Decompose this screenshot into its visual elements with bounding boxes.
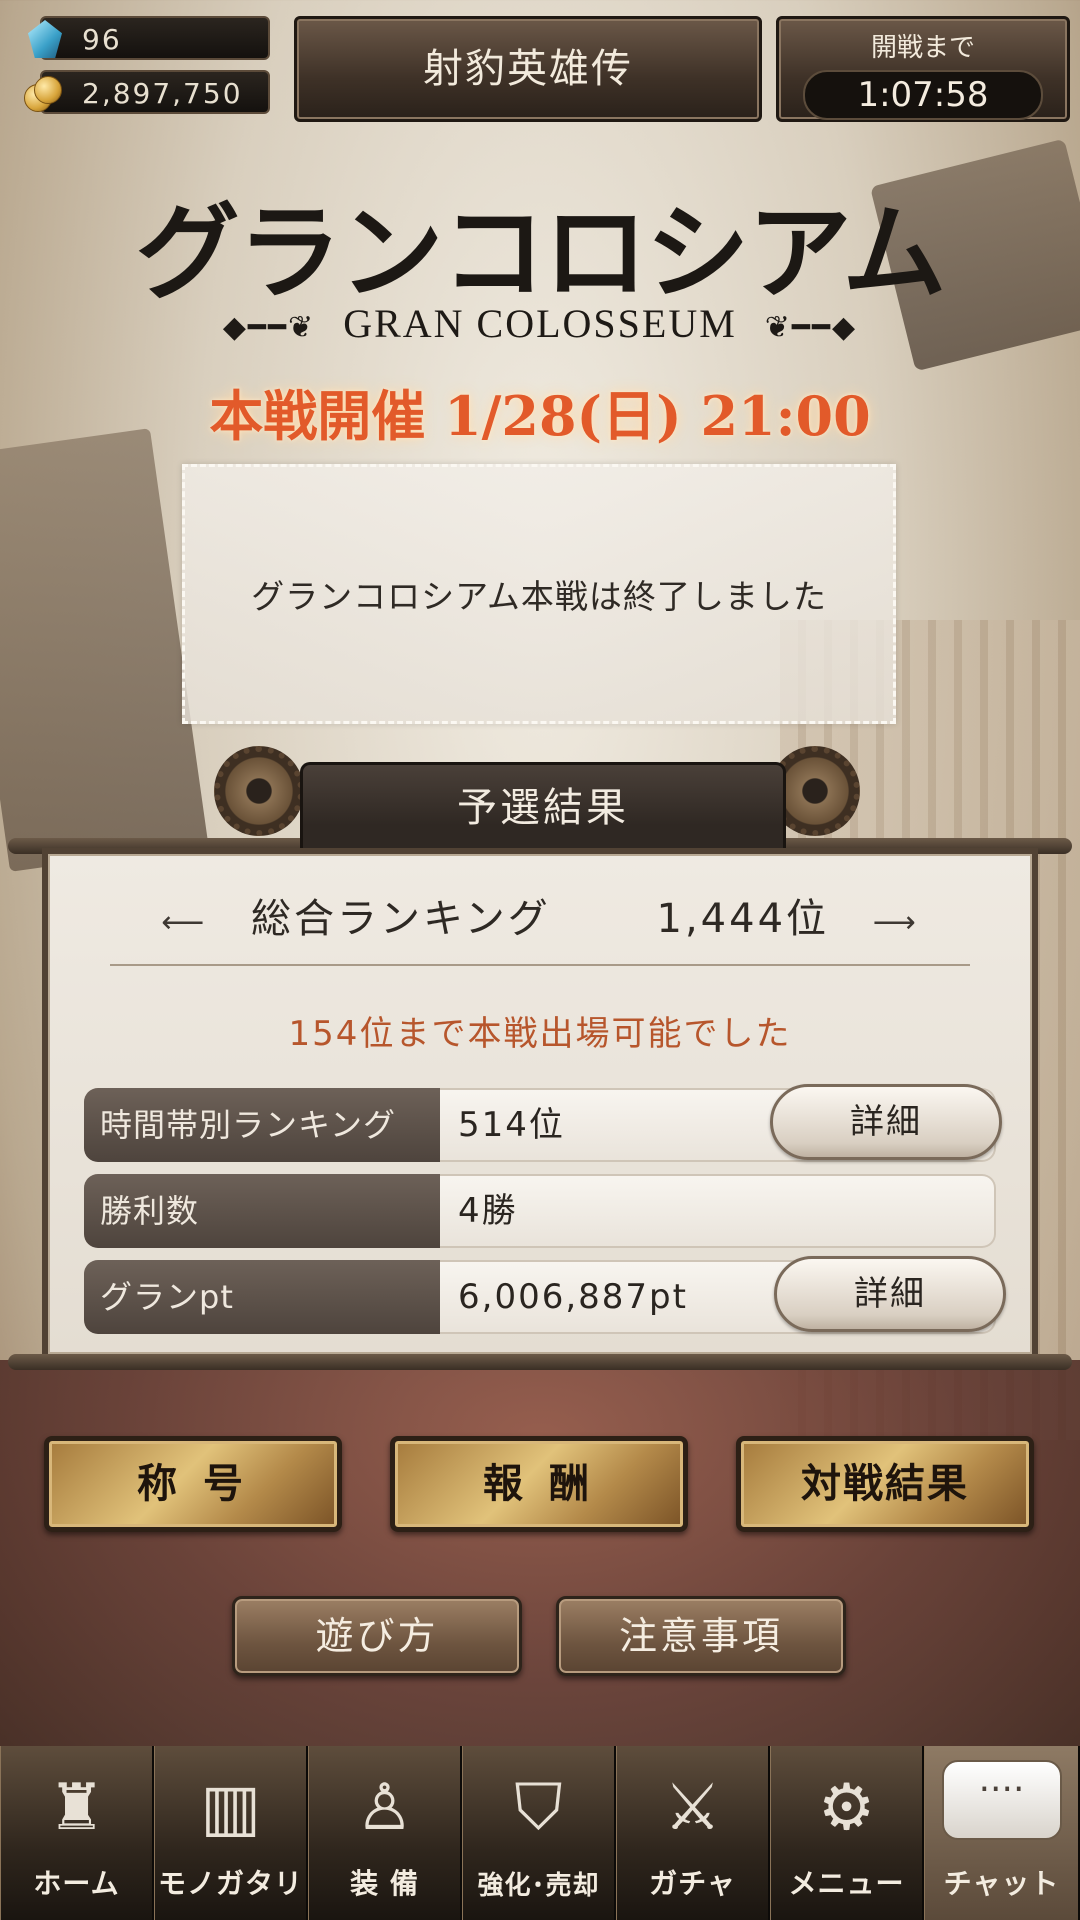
swords-icon: ⚔ — [663, 1771, 722, 1845]
nav-gacha[interactable]: ⚔ ガチャ — [616, 1746, 770, 1920]
stat-value: 514位 — [458, 1105, 565, 1145]
gem-count: 96 — [82, 23, 122, 56]
event-logo-english: GRAN COLOSSEUM — [343, 301, 737, 346]
notice-panel: グランコロシアム本戦は終了しました — [182, 464, 896, 724]
bottom-navigation: ♜ ホーム ▥ モノガタリ ♙ 装 備 ⛉ 強化･売却 ⚔ ガチャ ⚙ メニュー… — [0, 1746, 1080, 1920]
battle-countdown: 開戦まで 1:07:58 — [776, 16, 1070, 122]
gear-icon: ⚙ — [817, 1771, 876, 1845]
gear-ornament-left-icon — [214, 746, 304, 836]
qualifier-results-panel: ⟵ 総合ランキング 1,444位 ⟶ 154位まで本戦出場可能でした 時間帯別ラ… — [42, 848, 1038, 1360]
title-button[interactable]: 称 号 — [44, 1436, 342, 1532]
player-name-plate[interactable]: 射豹英雄传 — [294, 16, 762, 122]
home-castle-icon: ♜ — [47, 1771, 106, 1845]
battle-result-button[interactable]: 対戦結果 — [736, 1436, 1034, 1532]
nav-label: モノガタリ — [157, 1867, 303, 1900]
event-logo-english-row: ◆━━❦ GRAN COLOSSEUM ❦━━◆ — [0, 300, 1080, 347]
event-logo-japanese: グランコロシアム — [135, 191, 947, 314]
countdown-label: 開戦まで — [870, 33, 975, 63]
book-icon: ▥ — [200, 1771, 261, 1845]
nav-label: チャット — [943, 1867, 1060, 1900]
nav-equipment[interactable]: ♙ 装 備 — [308, 1746, 462, 1920]
main-battle-schedule: 本戦開催 1/28(日) 21:00 — [209, 384, 871, 448]
divider — [110, 964, 970, 966]
nav-menu[interactable]: ⚙ メニュー — [770, 1746, 924, 1920]
ornament-right-icon: ❦━━◆ — [764, 311, 858, 345]
notes-button[interactable]: 注意事項 — [556, 1596, 846, 1676]
overall-ranking-value: 1,444位 — [656, 896, 830, 942]
coin-icon — [24, 76, 62, 114]
overall-ranking: ⟵ 総合ランキング 1,444位 ⟶ — [48, 886, 1032, 944]
notice-text: グランコロシアム本戦は終了しました — [251, 577, 827, 616]
stat-value: 6,006,887pt — [458, 1277, 688, 1317]
player-name: 射豹英雄传 — [423, 46, 633, 92]
nav-label: 装 備 — [350, 1867, 419, 1900]
time-ranking-detail-button[interactable]: 詳細 — [770, 1084, 1002, 1160]
nav-label: メニュー — [788, 1867, 905, 1900]
arrow-right-icon: ⟶ — [872, 905, 919, 940]
gold-counter: 2,897,750 — [24, 70, 270, 114]
overall-ranking-label: 総合ランキング — [250, 896, 551, 942]
stat-value: 4勝 — [458, 1191, 518, 1231]
qualify-threshold-text: 154位まで本戦出場可能でした — [288, 1014, 792, 1054]
gold-count: 2,897,750 — [82, 77, 243, 110]
puppet-icon: ♙ — [355, 1771, 414, 1845]
shield-icon: ⛉ — [514, 1771, 563, 1845]
stat-label: グランpt — [84, 1260, 440, 1334]
reward-button[interactable]: 報 酬 — [390, 1436, 688, 1532]
nav-label: ガチャ — [649, 1867, 736, 1900]
nav-chat[interactable]: ···· チャット — [924, 1746, 1080, 1920]
crystal-icon — [28, 20, 62, 58]
gran-pt-detail-button[interactable]: 詳細 — [774, 1256, 1006, 1332]
ornament-left-icon: ◆━━❦ — [222, 311, 316, 345]
stat-label: 時間帯別ランキング — [84, 1088, 440, 1162]
gem-counter: 96 — [28, 16, 270, 60]
chat-bubble-icon: ···· — [941, 1760, 1062, 1840]
nav-home[interactable]: ♜ ホーム — [0, 1746, 154, 1920]
nav-enhance-sell[interactable]: ⛉ 強化･売却 — [462, 1746, 616, 1920]
background-ruin-left — [0, 428, 209, 872]
background-arena-floor — [0, 1360, 1080, 1750]
nav-label: ホーム — [33, 1867, 120, 1900]
countdown-value: 1:07:58 — [803, 70, 1043, 120]
arrow-left-icon: ⟵ — [161, 905, 208, 940]
results-header: 予選結果 — [300, 762, 786, 851]
how-to-play-button[interactable]: 遊び方 — [232, 1596, 522, 1676]
nav-label: 強化･売却 — [477, 1871, 600, 1901]
nav-story[interactable]: ▥ モノガタリ — [154, 1746, 308, 1920]
stat-row-wins: 勝利数 4勝 — [84, 1174, 996, 1248]
panel-rail-bottom — [8, 1354, 1072, 1370]
stat-label: 勝利数 — [84, 1174, 440, 1248]
